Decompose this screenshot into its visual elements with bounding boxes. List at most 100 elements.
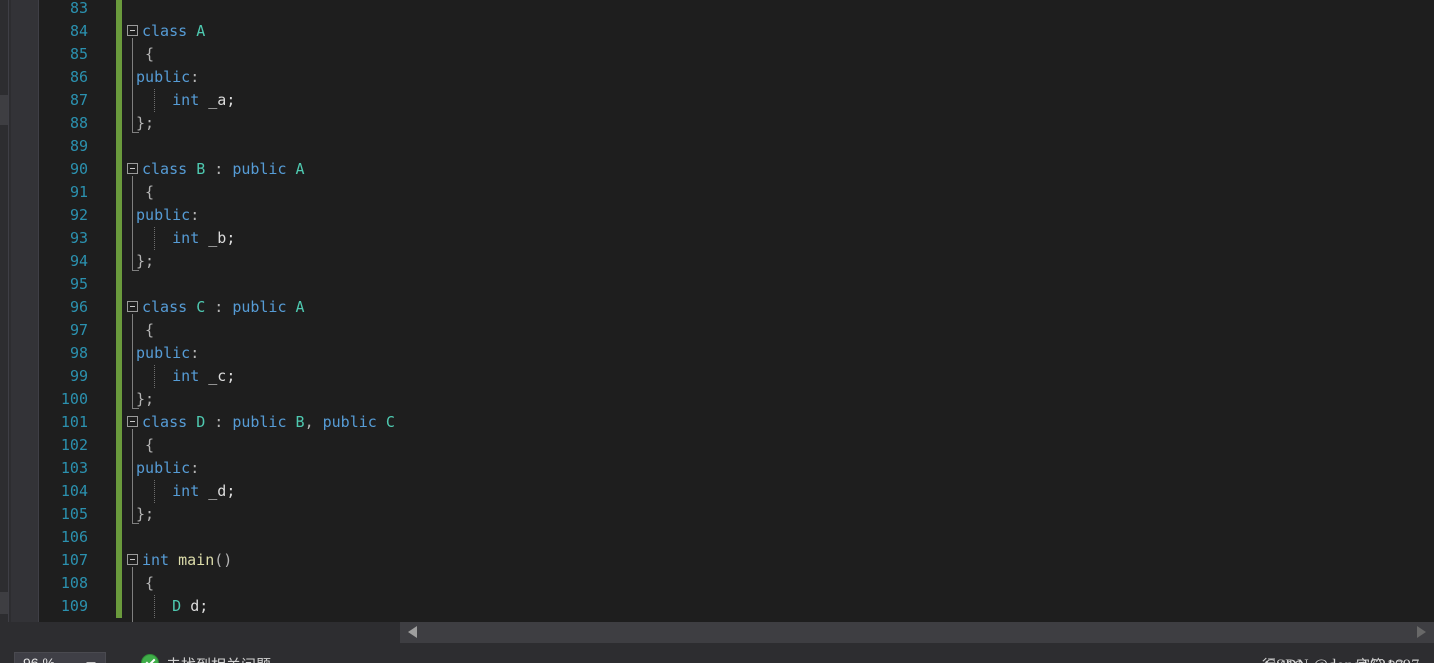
changed-line-indicator — [116, 204, 122, 227]
editor-line[interactable]: 98 public: — [39, 342, 1434, 365]
zoom-level-value: 96 % — [23, 655, 55, 663]
code-token: : — [190, 68, 200, 86]
editor-line[interactable]: 92 public: — [39, 204, 1434, 227]
left-scrollbar-thumb-secondary[interactable] — [0, 592, 8, 614]
editor-line[interactable]: 100 }; — [39, 388, 1434, 411]
editor-line[interactable]: 99 int _c; — [39, 365, 1434, 388]
left-scrollbar-thumb[interactable] — [0, 95, 8, 125]
caret-column-indicator: 字符 97 — [1356, 655, 1403, 663]
line-number: 88 — [69, 114, 88, 132]
editor-line[interactable]: 84 class A — [39, 20, 1434, 43]
outlining-elbow — [132, 270, 139, 271]
indent-guide — [154, 227, 155, 250]
code-token: : — [205, 298, 233, 316]
code-token: _d; — [199, 482, 236, 500]
editor-line[interactable]: 86 public: — [39, 66, 1434, 89]
code-text: int main() — [142, 549, 232, 572]
outer-left-strip — [0, 0, 11, 622]
editor-line[interactable]: 87 int _a; — [39, 89, 1434, 112]
line-number: 91 — [69, 183, 88, 201]
check-circle-icon — [141, 654, 159, 663]
outlining-vertical-line — [132, 314, 133, 408]
editor-line[interactable]: 85 { — [39, 43, 1434, 66]
editor-line[interactable]: 103 public: — [39, 457, 1434, 480]
code-token: A — [295, 298, 305, 316]
editor-line[interactable]: 106 — [39, 526, 1434, 549]
editor-line[interactable]: 90 class B : public A — [39, 158, 1434, 181]
changed-line-indicator — [116, 526, 122, 549]
editor-line[interactable]: 83 — [39, 0, 1434, 20]
changed-line-indicator — [116, 0, 122, 20]
code-text: public: — [127, 457, 199, 480]
editor-line[interactable]: 96 class C : public A — [39, 296, 1434, 319]
editor-line[interactable]: 101 class D : public B, public C — [39, 411, 1434, 434]
code-text: class D : public B, public C — [142, 411, 395, 434]
code-text: int _a; — [127, 89, 235, 112]
code-token: _b; — [199, 229, 236, 247]
collapse-minus-icon[interactable] — [127, 416, 138, 427]
visual-studio-code-editor-window: 83 84 class A 85 {86 public: 87 int _a; 88 };… — [0, 0, 1434, 663]
code-token: : — [190, 206, 200, 224]
line-number: 102 — [60, 436, 88, 454]
code-token: int — [172, 482, 200, 500]
code-text: public: — [127, 66, 199, 89]
changed-line-indicator — [116, 135, 122, 158]
changed-line-indicator — [116, 503, 122, 526]
changed-line-indicator — [116, 66, 122, 89]
editor-line[interactable]: 95 — [39, 273, 1434, 296]
triangle-left-icon[interactable] — [408, 626, 417, 638]
code-token: d; — [181, 597, 209, 615]
editor-line[interactable]: 107 int main() — [39, 549, 1434, 572]
editor-line[interactable]: 89 — [39, 135, 1434, 158]
editor-line[interactable]: 94 }; — [39, 250, 1434, 273]
line-number: 96 — [69, 298, 88, 316]
editor-line[interactable]: 104 int _d; — [39, 480, 1434, 503]
collapse-minus-icon[interactable] — [127, 163, 138, 174]
issue-status-text: 未找到相关问题 — [166, 654, 271, 663]
changed-line-indicator — [116, 227, 122, 250]
code-editor-surface[interactable]: 83 84 class A 85 {86 public: 87 int _a; 88 };… — [39, 0, 1434, 622]
line-number: 89 — [69, 137, 88, 155]
changed-line-indicator — [116, 20, 122, 43]
code-text: class B : public A — [142, 158, 305, 181]
status-bar-row: 96 % 未找到相关问题 行 116 字符 97 CSDN @dong16216… — [0, 643, 1434, 663]
code-token: class — [142, 22, 188, 40]
code-token: C — [385, 413, 395, 431]
code-token: public — [136, 459, 191, 477]
editor-line[interactable]: 109 D d; — [39, 595, 1434, 618]
code-token: A — [295, 160, 305, 178]
code-token: , — [304, 413, 323, 431]
code-token: () — [214, 551, 233, 569]
code-token: : — [190, 344, 200, 362]
editor-line[interactable]: 88 }; — [39, 112, 1434, 135]
changed-line-indicator — [116, 342, 122, 365]
changed-line-indicator — [116, 319, 122, 342]
horizontal-scrollbar[interactable] — [400, 622, 1434, 643]
collapse-minus-icon[interactable] — [127, 554, 138, 565]
code-token: _c; — [199, 367, 236, 385]
editor-line[interactable]: 91 { — [39, 181, 1434, 204]
code-text: int _d; — [127, 480, 235, 503]
line-number: 103 — [60, 459, 88, 477]
code-token: _a; — [199, 91, 236, 109]
collapse-minus-icon[interactable] — [127, 25, 138, 36]
editor-line[interactable]: 105 }; — [39, 503, 1434, 526]
collapse-minus-icon[interactable] — [127, 301, 138, 312]
editor-line[interactable]: 108 { — [39, 572, 1434, 595]
editor-line[interactable]: 102 { — [39, 434, 1434, 457]
zoom-level-dropdown[interactable]: 96 % — [14, 652, 106, 663]
changed-line-indicator — [116, 595, 122, 618]
line-number: 100 — [60, 390, 88, 408]
code-text: int _c; — [127, 365, 235, 388]
editor-line[interactable]: 97 { — [39, 319, 1434, 342]
triangle-right-icon[interactable] — [1417, 626, 1426, 638]
editor-line[interactable]: 93 int _b; — [39, 227, 1434, 250]
